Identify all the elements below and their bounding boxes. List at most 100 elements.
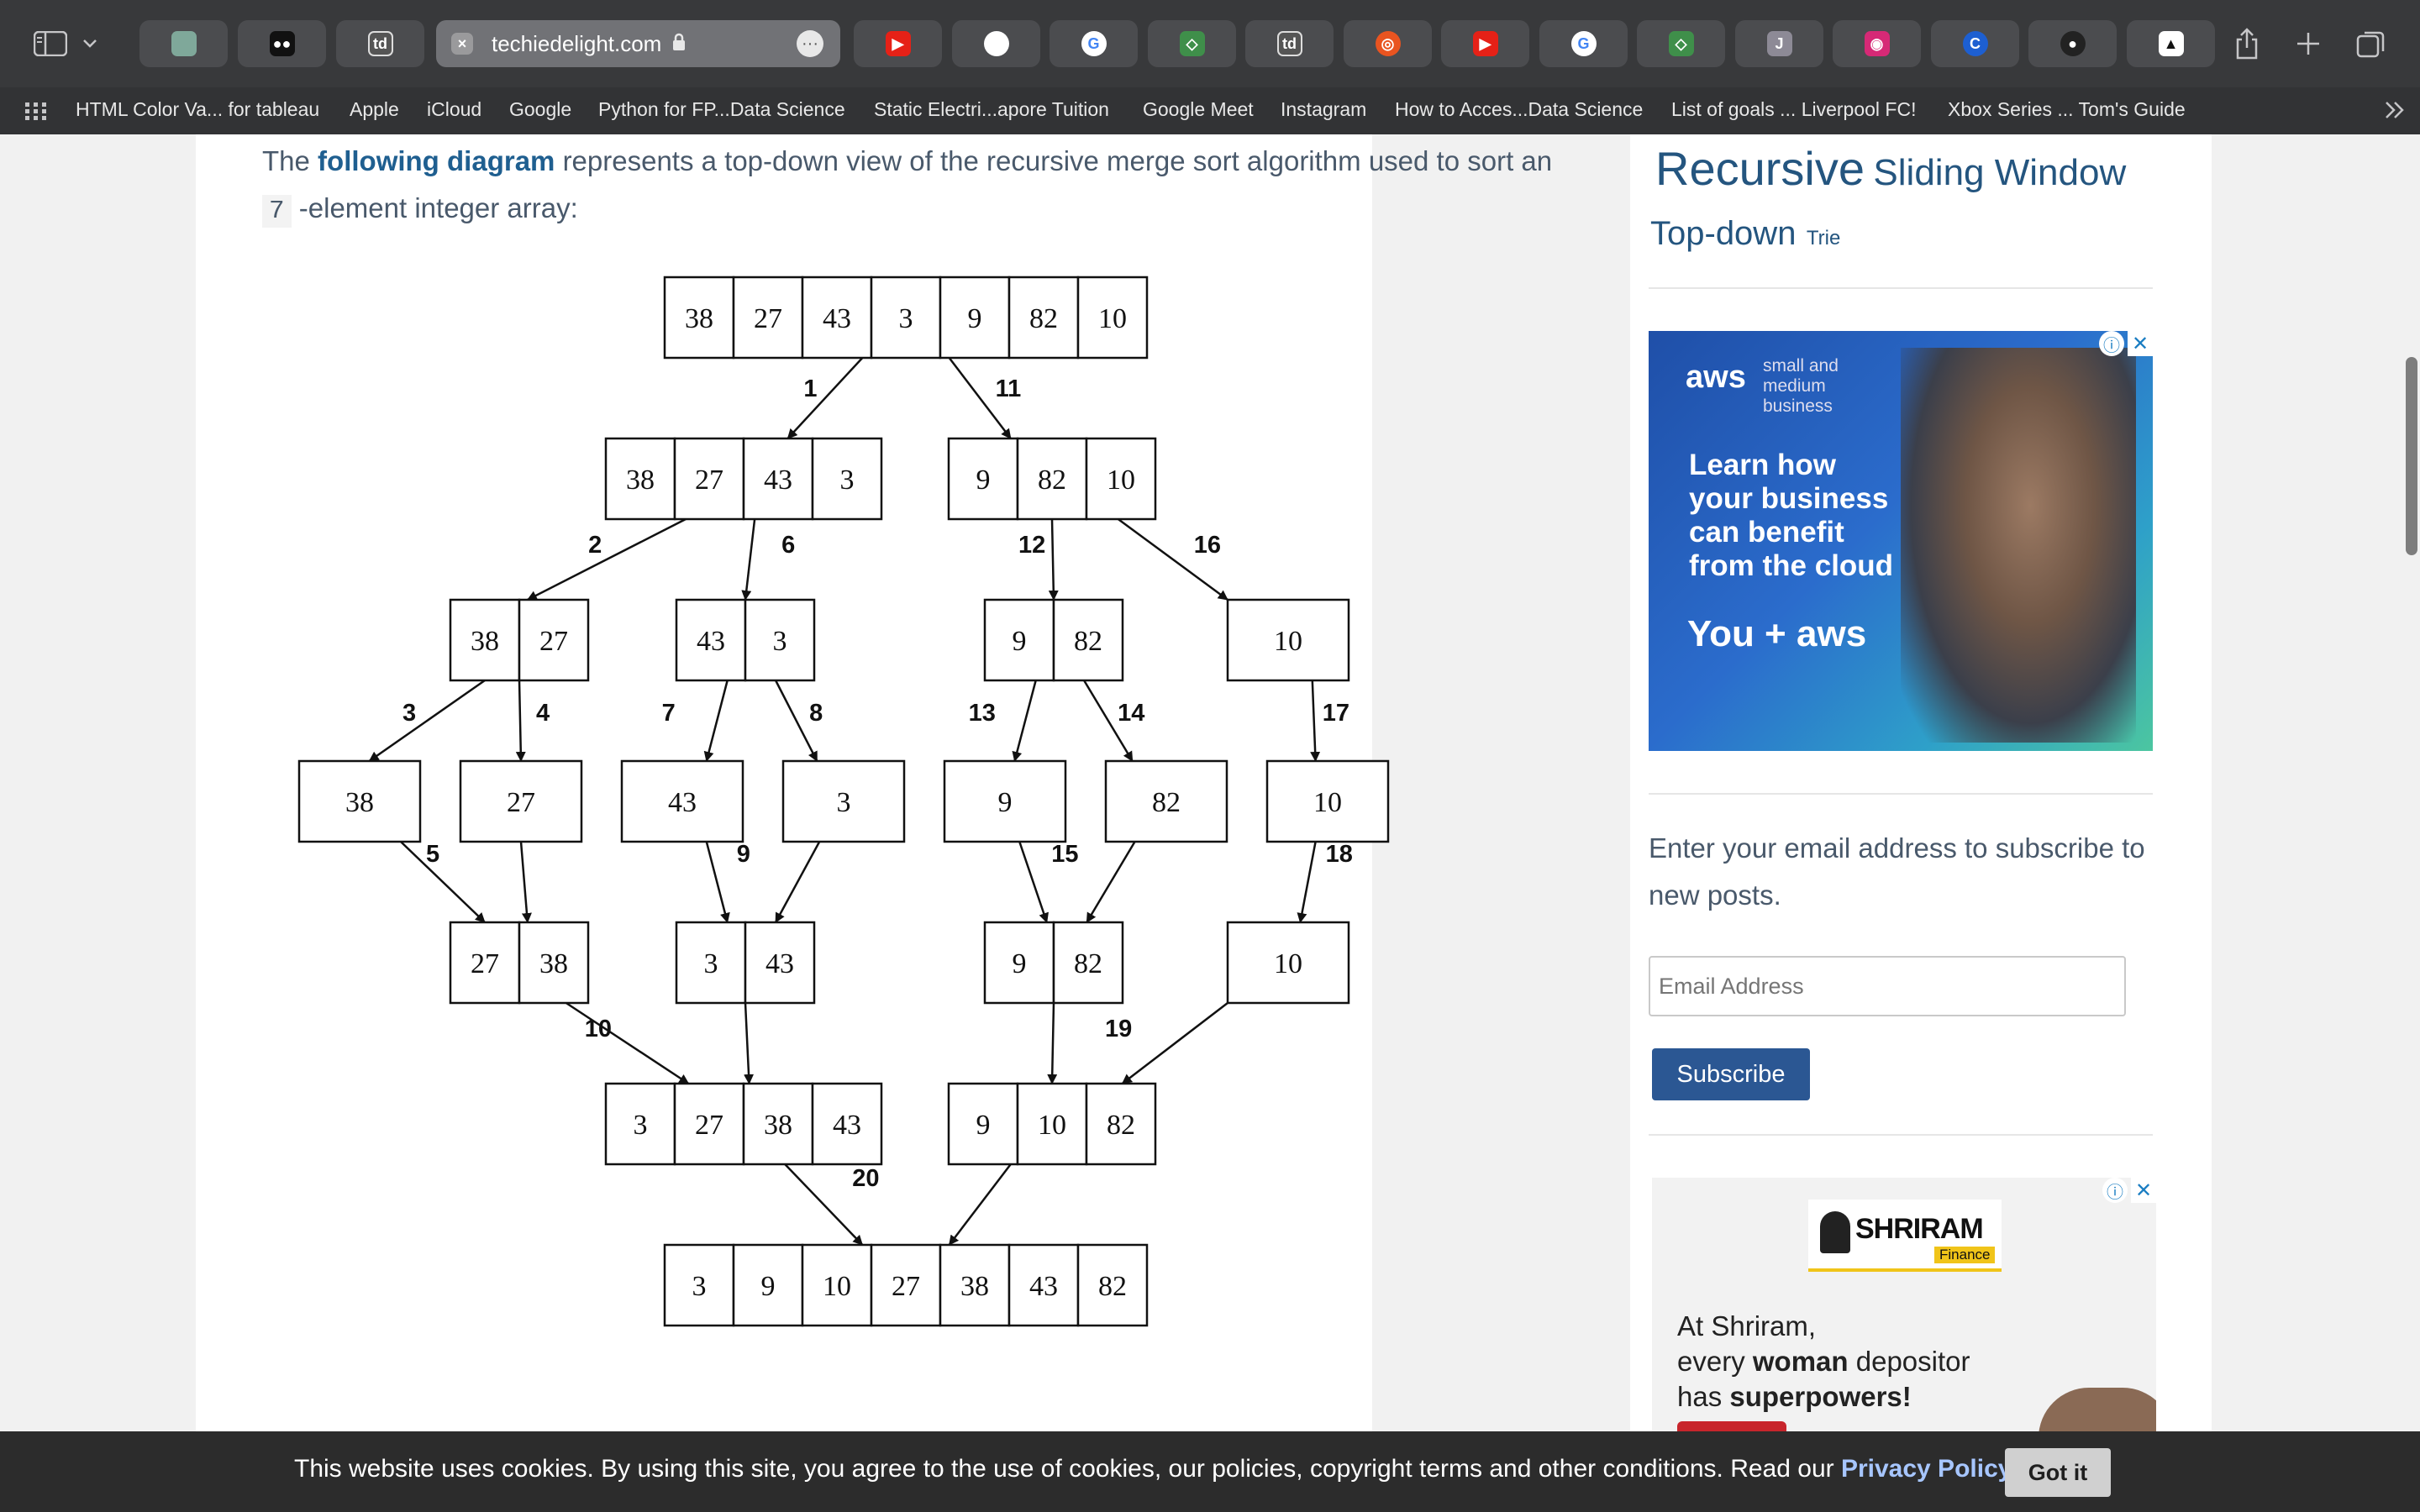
recursion-arrow xyxy=(741,518,756,601)
shriram-line-2-suffix: depositor xyxy=(1855,1346,1970,1377)
new-tab-icon[interactable] xyxy=(2290,25,2327,62)
cookie-message: This website uses cookies. By using this… xyxy=(294,1455,2019,1483)
bookmark-icloud[interactable]: iCloud xyxy=(427,98,481,121)
address-domain[interactable]: techiedelight.com xyxy=(492,31,661,57)
tab-medium[interactable]: ●● xyxy=(238,20,326,67)
tag-cloud-row-2: Top-down Trie xyxy=(1650,215,1840,253)
aws-ad[interactable]: aws small and medium business Learn how … xyxy=(1649,331,2153,751)
array-value: 10 xyxy=(1098,303,1127,334)
tab-python-2[interactable]: ◇ xyxy=(1637,20,1725,67)
bookmarks-bar: HTML Color Va... for tableau Apple iClou… xyxy=(0,87,2420,134)
tag-sliding-window[interactable]: Sliding Window xyxy=(1873,152,2126,193)
tab-python[interactable]: ◇ xyxy=(1148,20,1236,67)
close-tab-icon[interactable]: × xyxy=(451,33,473,55)
aws-logo: aws xyxy=(1686,360,1746,395)
ubuntu-icon: ◎ xyxy=(1375,31,1401,56)
step-number: 4 xyxy=(536,700,550,727)
scrollbar[interactable] xyxy=(2402,134,2420,1431)
bookmark-html-color[interactable]: HTML Color Va... for tableau xyxy=(76,98,319,121)
tab-active-techiedelight[interactable]: × techiedelight.com ··· xyxy=(436,20,840,67)
sidebar-toggle-icon[interactable] xyxy=(32,25,69,62)
tab-techiedelight[interactable]: td xyxy=(336,20,424,67)
tab-youtube-2[interactable]: ▶ xyxy=(1441,20,1529,67)
instagram-icon: ◉ xyxy=(1864,31,1890,56)
step-number: 9 xyxy=(737,841,750,868)
tab-github[interactable]: ● xyxy=(2028,20,2117,67)
privacy-policy-link[interactable]: Privacy Policy xyxy=(1841,1455,2012,1483)
tab-overview-icon[interactable] xyxy=(2353,25,2390,62)
bookmark-static-electricity[interactable]: Static Electri...apore Tuition xyxy=(874,98,1109,121)
tab-chatgpt[interactable] xyxy=(139,20,228,67)
recursion-arrow xyxy=(744,1002,755,1084)
step-number: 6 xyxy=(781,532,795,559)
step-number: 14 xyxy=(1118,700,1144,727)
tag-recursive[interactable]: Recursive xyxy=(1655,142,1865,195)
apps-grid-icon[interactable] xyxy=(25,102,47,125)
share-icon[interactable] xyxy=(2228,25,2265,62)
email-field[interactable] xyxy=(1649,956,2126,1016)
tab-google[interactable]: G xyxy=(1050,20,1138,67)
array-value: 9 xyxy=(976,1110,991,1141)
tab-youtube[interactable]: ▶ xyxy=(854,20,942,67)
array-value: 38 xyxy=(685,303,713,334)
array-value: 82 xyxy=(1152,787,1181,818)
subscribe-prompt: Enter your email address to subscribe to… xyxy=(1649,832,2145,911)
tag-trie[interactable]: Trie xyxy=(1807,227,1840,249)
scrollbar-thumb[interactable] xyxy=(2406,357,2417,555)
array-value: 27 xyxy=(892,1271,920,1302)
chatgpt-icon xyxy=(171,31,197,56)
bookmark-instagram[interactable]: Instagram xyxy=(1281,98,1366,121)
step-number: 18 xyxy=(1326,841,1353,868)
tab-playstation[interactable]: ▲ xyxy=(2127,20,2215,67)
array-value: 82 xyxy=(1029,303,1058,334)
youtube-icon: ▶ xyxy=(885,31,911,56)
shriram-emblem-icon xyxy=(1820,1211,1850,1253)
github-icon: ● xyxy=(2060,31,2086,56)
tab-instagram[interactable]: ◉ xyxy=(1833,20,1921,67)
intro-link[interactable]: following diagram xyxy=(318,145,555,176)
ad-info-icon[interactable]: ⓘ xyxy=(2102,1178,2128,1203)
array-value: 38 xyxy=(345,787,374,818)
shriram-line-3: has superpowers! xyxy=(1677,1379,1970,1415)
bookmark-liverpool[interactable]: List of goals ... Liverpool FC! xyxy=(1671,98,1916,121)
tab-c[interactable]: C xyxy=(1931,20,2019,67)
array-value: 82 xyxy=(1074,948,1102,979)
bookmark-python-fp[interactable]: Python for FP...Data Science xyxy=(598,98,845,121)
step-number: 17 xyxy=(1323,700,1349,727)
array-value: 43 xyxy=(833,1110,861,1141)
aws-ad-tagline: You + aws xyxy=(1687,613,1866,655)
tab-apple[interactable] xyxy=(952,20,1040,67)
ad-close-icon[interactable]: ✕ xyxy=(2128,331,2153,356)
array-value: 10 xyxy=(1274,626,1302,657)
step-number: 20 xyxy=(852,1165,879,1192)
array-value: 27 xyxy=(539,626,568,657)
bookmark-apple[interactable]: Apple xyxy=(350,98,399,121)
shriram-line-2-prefix: every xyxy=(1677,1346,1745,1377)
ad-info-icon[interactable]: ⓘ xyxy=(2099,331,2124,356)
bookmark-google[interactable]: Google xyxy=(509,98,571,121)
j-icon: J xyxy=(1766,31,1792,56)
aws-ad-subtitle: small and medium business xyxy=(1763,356,1839,416)
tag-top-down[interactable]: Top-down xyxy=(1650,215,1796,252)
got-it-button[interactable]: Got it xyxy=(2005,1448,2111,1497)
shriram-ad[interactable]: SHRIRAM Finance At Shriram, every woman … xyxy=(1652,1178,2156,1431)
bookmark-xbox[interactable]: Xbox Series ... Tom's Guide xyxy=(1948,98,2186,121)
step-number: 11 xyxy=(996,375,1022,402)
array-value: 10 xyxy=(1313,787,1342,818)
tab-ubuntu[interactable]: ◎ xyxy=(1344,20,1432,67)
ad-close-icon[interactable]: ✕ xyxy=(2131,1178,2156,1203)
tab-google-2[interactable]: G xyxy=(1539,20,1628,67)
tab-techiedelight-2[interactable]: td xyxy=(1245,20,1334,67)
recursion-arrow xyxy=(1310,680,1321,762)
chevron-double-right-icon[interactable] xyxy=(2385,101,2405,123)
bookmark-how-to-access[interactable]: How to Acces...Data Science xyxy=(1395,98,1643,121)
step-number: 1 xyxy=(803,375,817,402)
more-options-icon[interactable]: ··· xyxy=(797,30,823,57)
subscribe-button[interactable]: Subscribe xyxy=(1652,1048,1810,1100)
shriram-cta-button[interactable] xyxy=(1677,1421,1786,1431)
chevron-down-icon[interactable] xyxy=(77,25,103,62)
tab-j[interactable]: J xyxy=(1735,20,1823,67)
bookmark-google-meet[interactable]: Google Meet xyxy=(1143,98,1254,121)
shriram-line-2: every woman depositor xyxy=(1677,1344,1970,1379)
array-value: 9 xyxy=(976,465,991,496)
